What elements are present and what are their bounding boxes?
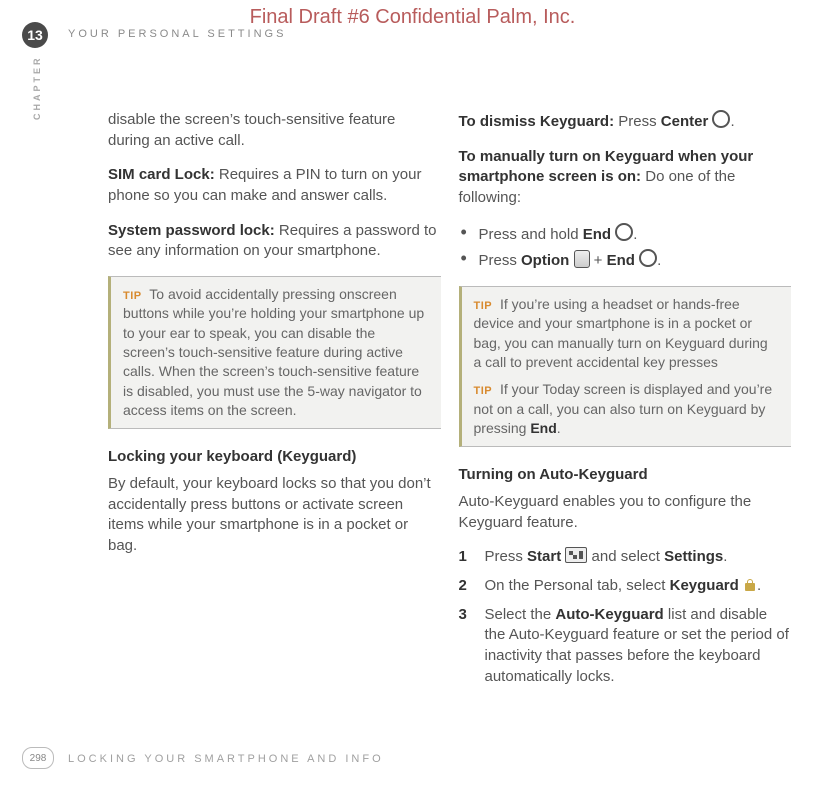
body-text: Press — [485, 548, 528, 565]
end-button-icon — [615, 223, 633, 241]
body-text: Select the — [485, 606, 556, 623]
section-heading: Turning on Auto-Keyguard — [459, 465, 792, 486]
body-text: On the Personal tab, select — [485, 577, 670, 594]
body-text: . — [657, 252, 661, 269]
chapter-title: YOUR PERSONAL SETTINGS — [68, 28, 286, 40]
tip-label: TIP — [474, 300, 493, 312]
body-text: Auto-Keyguard enables you to configure t… — [459, 492, 792, 533]
body-text: By default, your keyboard locks so that … — [108, 474, 441, 557]
tip-text: If you’re using a headset or hands-free … — [474, 296, 768, 370]
option-key-icon — [574, 250, 590, 268]
body-text: Press — [614, 113, 661, 130]
key-label: End — [583, 226, 611, 243]
tip-paragraph: TIP If your Today screen is displayed an… — [474, 380, 780, 438]
list-item: 2 On the Personal tab, select Keyguard . — [459, 576, 792, 597]
tip-paragraph: TIP If you’re using a headset or hands-f… — [474, 295, 780, 372]
run-in-heading: SIM card Lock: — [108, 166, 215, 183]
key-label: Center — [661, 113, 709, 130]
tip-text: To avoid accidentally pressing onscreen … — [123, 286, 424, 418]
start-icon — [565, 547, 587, 563]
footer-title: LOCKING YOUR SMARTPHONE AND INFO — [68, 753, 384, 765]
step-number: 1 — [459, 547, 467, 568]
run-in-heading: System password lock: — [108, 222, 275, 239]
key-label: Auto-Keyguard — [555, 606, 663, 623]
bullet-list: Press and hold End . Press Option + End … — [459, 223, 792, 272]
body-text: To manually turn on Keyguard when your s… — [459, 147, 792, 209]
center-button-icon — [712, 110, 730, 128]
key-label: End — [607, 252, 635, 269]
tip-box: TIP If you’re using a headset or hands-f… — [459, 286, 792, 447]
key-label: Settings — [664, 548, 723, 565]
body-text: To dismiss Keyguard: Press Center . — [459, 110, 792, 133]
body-text: Press and hold — [479, 226, 583, 243]
key-label: End — [530, 420, 556, 436]
body-text: + — [590, 252, 607, 269]
body-text: and select — [587, 548, 664, 565]
chapter-side-label: CHAPTER — [32, 55, 42, 120]
body-text: SIM card Lock: Requires a PIN to turn on… — [108, 165, 441, 206]
content-columns: disable the screen’s touch-sensitive fea… — [108, 110, 791, 696]
section-heading: Locking your keyboard (Keyguard) — [108, 447, 441, 468]
key-label: Option — [521, 252, 569, 269]
key-label: Keyguard — [670, 577, 739, 594]
key-label: Start — [527, 548, 561, 565]
tip-label: TIP — [474, 385, 493, 397]
body-text: disable the screen’s touch-sensitive fea… — [108, 110, 441, 151]
list-item: Press and hold End . — [459, 223, 792, 246]
lock-icon — [743, 578, 757, 592]
body-text: . — [723, 548, 727, 565]
body-text: . — [633, 226, 637, 243]
right-column: To dismiss Keyguard: Press Center . To m… — [459, 110, 792, 696]
list-item: 3 Select the Auto-Keyguard list and disa… — [459, 605, 792, 688]
body-text: Press — [479, 252, 522, 269]
left-column: disable the screen’s touch-sensitive fea… — [108, 110, 441, 696]
tip-text: If your Today screen is displayed and yo… — [474, 381, 773, 436]
body-text: . — [730, 113, 734, 130]
numbered-list: 1 Press Start and select Settings. 2 On … — [459, 547, 792, 687]
body-text: . — [757, 577, 761, 594]
end-button-icon — [639, 249, 657, 267]
tip-text: . — [557, 420, 561, 436]
step-number: 3 — [459, 605, 467, 626]
list-item: 1 Press Start and select Settings. — [459, 547, 792, 568]
tip-label: TIP — [123, 290, 142, 302]
step-number: 2 — [459, 576, 467, 597]
tip-box: TIP To avoid accidentally pressing onscr… — [108, 276, 441, 429]
body-text: System password lock: Requires a passwor… — [108, 221, 441, 262]
list-item: Press Option + End . — [459, 249, 792, 272]
page-number-badge: 298 — [22, 747, 54, 769]
chapter-number-badge: 13 — [22, 22, 48, 48]
run-in-heading: To dismiss Keyguard: — [459, 113, 615, 130]
